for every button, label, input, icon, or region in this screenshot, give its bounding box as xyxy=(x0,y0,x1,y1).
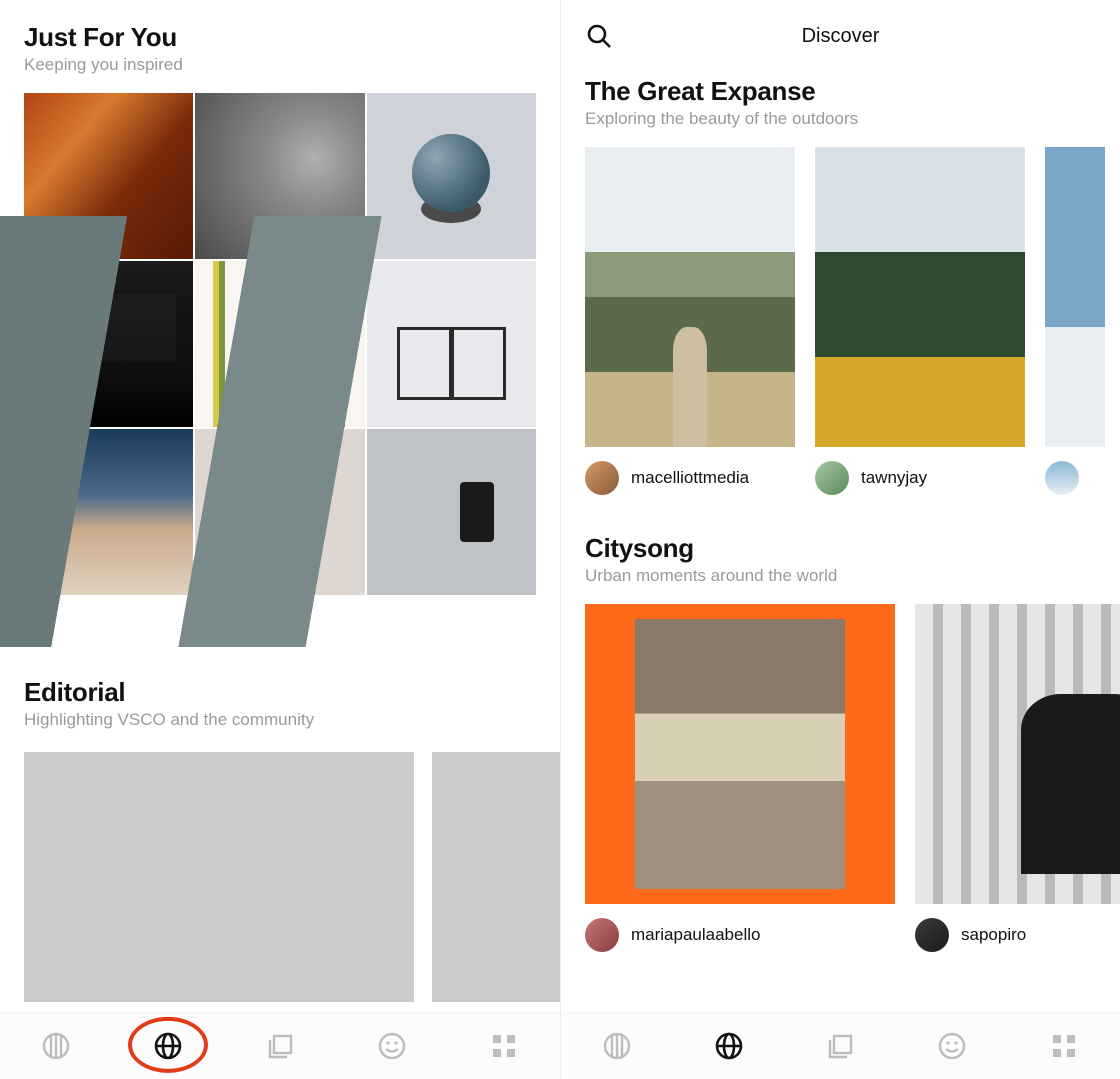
left-pane: Just For You Keeping you inspired Editor… xyxy=(0,0,560,1079)
post-image[interactable] xyxy=(1045,147,1105,447)
post-image[interactable] xyxy=(815,147,1025,447)
post-image[interactable] xyxy=(585,147,795,447)
feed-icon xyxy=(41,1031,71,1061)
username[interactable]: tawnyjay xyxy=(861,468,927,488)
citysong-section: Citysong Urban moments around the world xyxy=(561,529,1120,590)
grid-icon xyxy=(1050,1032,1078,1060)
search-button[interactable] xyxy=(585,22,613,50)
discover-topbar: Discover xyxy=(561,0,1120,72)
post-card[interactable]: tawnyjay xyxy=(815,147,1025,495)
editorial-card[interactable] xyxy=(432,752,560,1002)
post-meta: mariapaulaabello xyxy=(585,918,895,952)
username[interactable]: macelliottmedia xyxy=(631,468,749,488)
post-card[interactable]: mariapaulaabello xyxy=(585,604,895,952)
citysong-subtitle: Urban moments around the world xyxy=(585,566,1096,586)
expanse-subtitle: Exploring the beauty of the outdoors xyxy=(585,109,1096,129)
tab-grid[interactable] xyxy=(1046,1028,1082,1064)
feed-icon xyxy=(602,1031,632,1061)
username[interactable]: mariapaulaabello xyxy=(631,925,760,945)
post-meta: tawnyjay xyxy=(815,461,1025,495)
globe-icon xyxy=(714,1031,744,1061)
citysong-strip[interactable]: mariapaulaabello sapopiro xyxy=(561,590,1120,952)
right-pane: Discover The Great Expanse Exploring the… xyxy=(560,0,1120,1079)
avatar[interactable] xyxy=(1045,461,1079,495)
tab-feed[interactable] xyxy=(38,1028,74,1064)
expanse-strip[interactable]: macelliottmedia tawnyjay xyxy=(561,133,1120,495)
globe-icon xyxy=(153,1031,183,1061)
tab-discover[interactable] xyxy=(711,1028,747,1064)
avatar[interactable] xyxy=(585,918,619,952)
tab-studio[interactable] xyxy=(262,1028,298,1064)
avatar[interactable] xyxy=(815,461,849,495)
jfy-title: Just For You xyxy=(24,22,536,53)
tab-grid[interactable] xyxy=(486,1028,522,1064)
avatar[interactable] xyxy=(915,918,949,952)
expanse-section: The Great Expanse Exploring the beauty o… xyxy=(561,72,1120,133)
smile-icon xyxy=(377,1031,407,1061)
post-card[interactable]: sapopiro xyxy=(915,604,1120,952)
jfy-subtitle: Keeping you inspired xyxy=(24,55,536,75)
tab-bar xyxy=(561,1013,1120,1079)
editorial-section: Editorial Highlighting VSCO and the comm… xyxy=(0,655,560,738)
search-icon xyxy=(585,22,613,50)
citysong-title: Citysong xyxy=(585,533,1096,564)
grid-icon xyxy=(490,1032,518,1060)
tab-profile[interactable] xyxy=(934,1028,970,1064)
username[interactable]: sapopiro xyxy=(961,925,1026,945)
tab-bar xyxy=(0,1013,560,1079)
post-meta xyxy=(1045,461,1105,495)
tab-discover[interactable] xyxy=(150,1028,186,1064)
post-image[interactable] xyxy=(585,604,895,904)
editorial-subtitle: Highlighting VSCO and the community xyxy=(24,710,536,730)
discover-title: Discover xyxy=(802,25,880,48)
post-meta: sapopiro xyxy=(915,918,1120,952)
stack-icon xyxy=(825,1031,855,1061)
expanse-title: The Great Expanse xyxy=(585,76,1096,107)
tab-feed[interactable] xyxy=(599,1028,635,1064)
post-card[interactable]: macelliottmedia xyxy=(585,147,795,495)
smile-icon xyxy=(937,1031,967,1061)
post-card[interactable] xyxy=(1045,147,1105,495)
editorial-title: Editorial xyxy=(24,677,536,708)
post-meta: macelliottmedia xyxy=(585,461,795,495)
tab-profile[interactable] xyxy=(374,1028,410,1064)
editorial-carousel[interactable] xyxy=(0,738,560,1002)
stack-icon xyxy=(265,1031,295,1061)
editorial-card[interactable] xyxy=(24,752,414,1002)
tab-studio[interactable] xyxy=(822,1028,858,1064)
post-image[interactable] xyxy=(915,604,1120,904)
avatar[interactable] xyxy=(585,461,619,495)
just-for-you-section: Just For You Keeping you inspired xyxy=(0,0,560,83)
